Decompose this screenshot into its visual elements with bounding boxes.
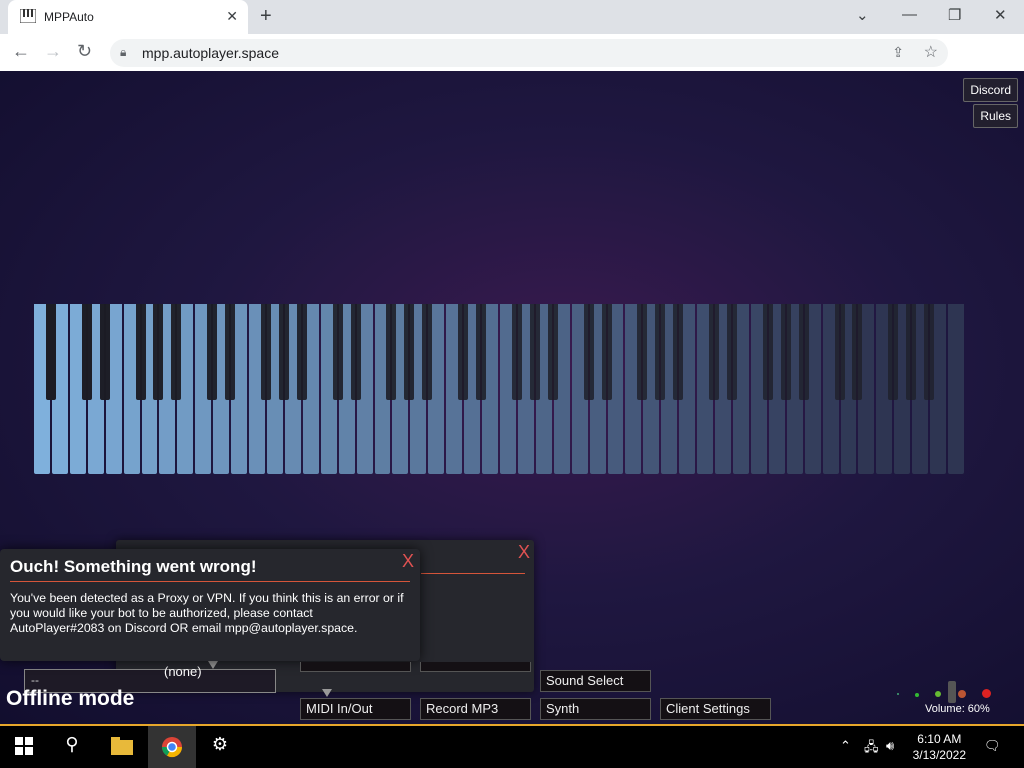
tab-close-icon[interactable]: ✕ (226, 8, 238, 25)
error-modal-title: Ouch! Something went wrong! (10, 557, 257, 576)
midi-dropdown-arrow-icon[interactable] (322, 689, 332, 697)
piano-black-key[interactable] (404, 304, 415, 400)
share-icon[interactable]: ⇪ (892, 44, 904, 61)
notifications-icon[interactable]: 🗨︎ (984, 738, 1001, 754)
synth-button[interactable]: Synth (540, 698, 651, 720)
volume-dot (915, 693, 919, 697)
piano-black-key[interactable] (583, 304, 594, 400)
minimize-button[interactable]: — (902, 6, 917, 23)
piano-black-key[interactable] (278, 304, 289, 400)
piano-black-key[interactable] (727, 304, 737, 400)
piano-black-key[interactable] (476, 304, 487, 400)
room-select-value: -- (31, 673, 39, 687)
piano-white-key[interactable] (948, 304, 964, 474)
tray-chevron-icon[interactable]: ⌃ (840, 738, 851, 754)
piano-black-key[interactable] (852, 304, 863, 400)
piano-black-key[interactable] (637, 304, 648, 400)
offline-mode-status: Offline mode (6, 687, 135, 710)
piano-black-key[interactable] (924, 304, 935, 400)
restore-button[interactable]: ❐ (948, 6, 961, 24)
taskbar-clock[interactable]: 6:10 AM 3/13/2022 (913, 731, 966, 763)
piano-black-key[interactable] (296, 304, 307, 400)
volume-dot (897, 693, 899, 695)
hidden-button-top-2 (420, 662, 531, 672)
piano-black-key[interactable] (171, 304, 182, 400)
piano-black-key[interactable] (762, 304, 773, 400)
piano-black-key[interactable] (225, 304, 236, 400)
error-modal: X Ouch! Something went wrong! You've bee… (0, 549, 420, 661)
piano-black-key[interactable] (99, 304, 110, 400)
tab-title: MPPAuto (44, 10, 94, 24)
piano-keyboard[interactable] (33, 304, 965, 474)
piano-black-key[interactable] (386, 304, 397, 400)
midi-in-out-button[interactable]: MIDI In/Out (300, 698, 411, 720)
bookmark-star-icon[interactable]: ☆ (924, 42, 938, 62)
error-modal-message: You've been detected as a Proxy or VPN. … (10, 591, 404, 635)
search-icon[interactable]: ⚲ (52, 734, 92, 760)
piano-black-key[interactable] (511, 304, 522, 400)
piano-black-key[interactable] (906, 304, 917, 400)
browser-toolbar: ← → ↻ 🔒︎ mpp.autoplayer.space ⇪ ☆ ⋮ (0, 34, 1024, 99)
tab-list-icon[interactable]: ⌄ (856, 6, 869, 24)
modal-divider (421, 573, 525, 574)
volume-dot (982, 689, 991, 698)
piano-black-key[interactable] (458, 304, 469, 400)
dropdown-arrow-icon[interactable] (208, 661, 218, 669)
piano-black-key[interactable] (153, 304, 164, 400)
settings-gear-icon[interactable]: ⚙ (200, 734, 240, 760)
forward-arrow-icon[interactable]: → (44, 41, 62, 62)
tab-strip: MPPAuto ✕ + ⌄ — ❐ ✕ (0, 0, 1024, 34)
browser-tab[interactable]: MPPAuto ✕ (8, 0, 248, 34)
new-tab-button[interactable]: + (260, 5, 272, 28)
piano-black-key[interactable] (888, 304, 899, 400)
lock-icon[interactable]: 🔒︎ (120, 45, 126, 60)
reload-icon[interactable]: ↻ (77, 41, 92, 62)
piano-black-key[interactable] (45, 304, 56, 400)
record-mp3-button[interactable]: Record MP3 (420, 698, 531, 720)
piano-black-key[interactable] (673, 304, 684, 400)
piano-black-key[interactable] (780, 304, 791, 400)
page-content: Discord Rules X -- (none) X Ouch! Someth… (0, 71, 1024, 726)
back-arrow-icon[interactable]: ← (12, 41, 30, 62)
network-icon[interactable]: 🖧︎ (864, 738, 879, 760)
piano-black-key[interactable] (798, 304, 809, 400)
error-modal-divider (10, 581, 410, 582)
piano-black-key[interactable] (332, 304, 343, 400)
volume-dot (958, 690, 966, 698)
url-text[interactable]: mpp.autoplayer.space (142, 45, 279, 61)
piano-black-key[interactable] (834, 304, 845, 400)
windows-start-icon[interactable] (4, 734, 44, 760)
piano-black-key[interactable] (422, 304, 433, 400)
close-window-button[interactable]: ✕ (994, 6, 1007, 24)
volume-dot (935, 691, 941, 697)
piano-black-key[interactable] (547, 304, 558, 400)
speaker-icon[interactable]: 🔊︎ (886, 738, 894, 754)
piano-black-key[interactable] (709, 304, 720, 400)
rules-link[interactable]: Rules (973, 104, 1018, 128)
piano-favicon-icon (20, 9, 36, 23)
piano-black-key[interactable] (135, 304, 146, 400)
piano-black-key[interactable] (350, 304, 361, 400)
error-modal-close-button[interactable]: X (402, 551, 414, 572)
discord-link[interactable]: Discord (963, 78, 1018, 102)
chrome-taskbar-icon[interactable] (148, 726, 196, 768)
none-label: (none) (164, 664, 202, 679)
secondary-modal-close-button[interactable]: X (518, 542, 530, 563)
piano-black-key[interactable] (81, 304, 92, 400)
piano-black-key[interactable] (601, 304, 612, 400)
clock-time: 6:10 AM (917, 732, 962, 746)
piano-black-key[interactable] (261, 304, 271, 400)
file-explorer-icon[interactable] (102, 734, 142, 760)
hidden-button-top (300, 662, 411, 672)
volume-label: Volume: 60% (925, 703, 990, 715)
piano-black-key[interactable] (655, 304, 666, 400)
clock-date: 3/13/2022 (912, 748, 966, 762)
volume-slider-handle[interactable] (948, 681, 956, 703)
address-bar[interactable]: 🔒︎ mpp.autoplayer.space ⇪ ☆ (110, 39, 948, 67)
sound-select-button[interactable]: Sound Select (540, 670, 651, 692)
client-settings-button[interactable]: Client Settings (660, 698, 771, 720)
piano-black-key[interactable] (529, 304, 540, 400)
windows-taskbar: ⚲ ⚙ ⌃ 🖧︎ 🔊︎ 6:10 AM 3/13/2022 🗨︎ (0, 724, 1024, 768)
piano-black-key[interactable] (207, 304, 218, 400)
